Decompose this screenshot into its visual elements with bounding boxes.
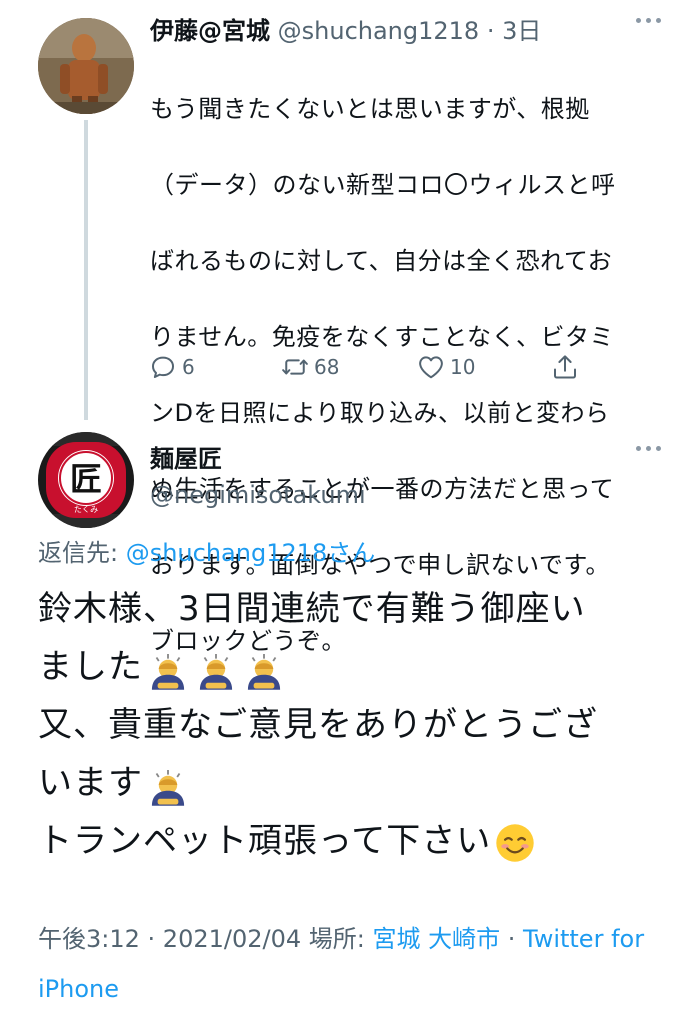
display-name[interactable]: 伊藤@宮城 [150, 17, 270, 45]
tweet-text-line: もう聞きたくないとは思いますが、根拠 [150, 95, 590, 123]
more-options-button[interactable] [636, 446, 661, 451]
smiling-face-emoji [496, 823, 535, 862]
retweet-count: 68 [314, 355, 340, 379]
tweet-text-fragment: トランペット頑張って下さい [38, 821, 492, 861]
avatar[interactable] [38, 18, 134, 114]
display-name[interactable]: 麺屋匠 [150, 442, 222, 476]
place-link[interactable]: 宮城 大崎市 [372, 925, 500, 953]
tweet-text-fragment: います [38, 763, 143, 803]
reply-count: 6 [182, 355, 195, 379]
tweet-text-line: （データ）のない新型コロ〇ウィルスと呼 [150, 171, 616, 199]
separator-dot: · [500, 925, 523, 953]
reply-mention-link[interactable]: @shuchang1218さん [126, 539, 376, 567]
tweet-text-line-with-emoji: います [38, 754, 678, 812]
retweet-button[interactable]: 68 [280, 352, 339, 382]
more-icon [636, 446, 661, 451]
thread-connector-line [84, 120, 88, 420]
more-options-button[interactable] [636, 18, 661, 23]
bowing-person-emoji [247, 653, 281, 690]
parent-tweet-header: 伊藤@宮城 @shuchang1218 · 3日 [150, 14, 541, 48]
avatar-logo-subtext: たくみ [74, 505, 98, 514]
user-handle[interactable]: @shuchang1218 [278, 17, 480, 45]
bowing-person-emoji [151, 653, 185, 690]
tweet-text-line: 又、貴重なご意見をありがとうござ [38, 705, 598, 745]
statue-avatar-image [38, 18, 134, 114]
timestamp[interactable]: 3日 [502, 17, 541, 45]
retweet-icon [282, 359, 308, 375]
more-icon [636, 18, 661, 23]
tweet-text-line-with-emoji: ました [38, 638, 678, 696]
tweet-time: 午後3:12 [38, 925, 140, 953]
reply-icon [152, 356, 174, 378]
tweet-text-line-with-emoji: トランペット頑張って下さい [38, 812, 678, 870]
tweet-text-line: 鈴木様、3日間連続で有難う御座い [38, 589, 586, 629]
tweet-date: 2021/02/04 [162, 925, 302, 953]
place-label: 場所: [301, 925, 373, 953]
like-icon [419, 356, 443, 379]
user-handle[interactable]: @negimisotakumi [150, 478, 366, 512]
separator-dot: · [139, 925, 163, 953]
like-count: 10 [450, 355, 476, 379]
bowing-person-emoji [151, 769, 185, 806]
reply-button[interactable]: 6 [148, 352, 195, 382]
share-button[interactable] [550, 352, 580, 382]
avatar-logo-kanji: 匠 [70, 460, 102, 498]
tweet-action-bar: 6 68 10 [148, 352, 598, 392]
avatar[interactable]: 匠 たくみ [38, 432, 134, 528]
lantern-logo-avatar-image: 匠 たくみ [38, 432, 134, 528]
bowing-person-emoji [199, 653, 233, 690]
tweet-metadata: 午後3:12 · 2021/02/04 場所: 宮城 大崎市 · Twitter… [38, 914, 678, 1014]
replying-to-line: 返信先: @shuchang1218さん [38, 536, 375, 570]
separator-dot: · [486, 17, 495, 45]
share-icon [554, 355, 576, 379]
tweet-text: 鈴木様、3日間連続で有難う御座い ました 又、貴重なご意見をありがとうござ いま… [38, 580, 678, 870]
like-button[interactable]: 10 [416, 352, 475, 382]
tweet-text-line: ンDを日照により取り込み、以前と変わら [150, 399, 610, 427]
tweet-text-fragment: ました [38, 647, 143, 687]
parent-tweet[interactable]: 伊藤@宮城 @shuchang1218 · 3日 もう聞きたくないとは思いますが… [0, 0, 700, 655]
tweet-text-line: ばれるものに対して、自分は全く恐れてお [150, 247, 613, 275]
replying-to-label: 返信先: [38, 539, 126, 567]
tweet-text-line: りません。免疫をなくすことなく、ビタミ [150, 323, 615, 351]
